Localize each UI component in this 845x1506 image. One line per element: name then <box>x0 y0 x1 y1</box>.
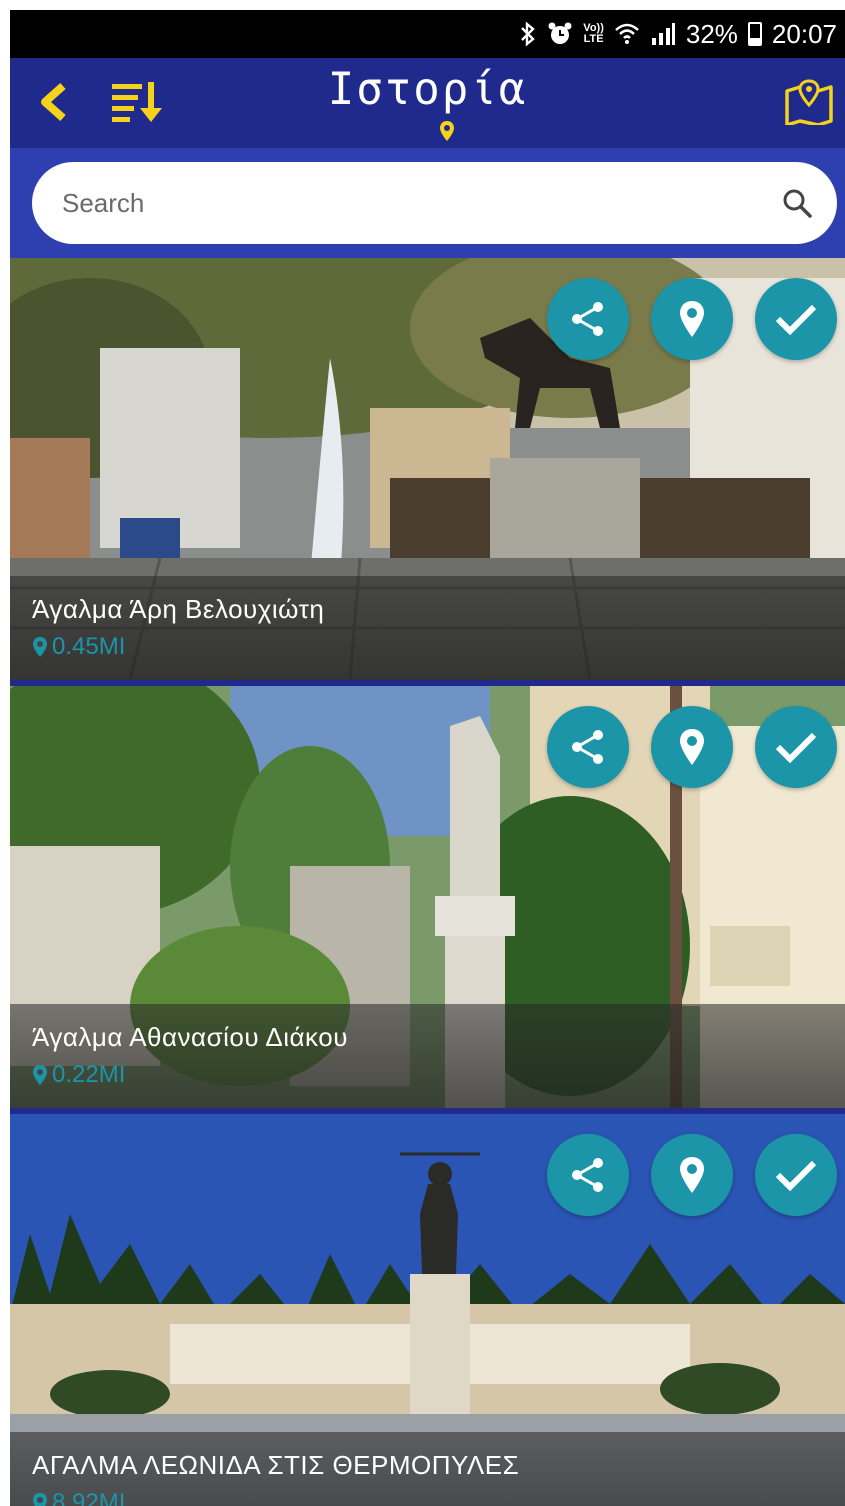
place-distance: 0.22MI <box>32 1061 823 1089</box>
battery-percent: 32% <box>685 18 738 49</box>
location-pin-icon <box>680 1157 704 1193</box>
location-button[interactable] <box>651 1134 733 1216</box>
card-caption: Άγαλμα Αθανασίου Διάκου 0.22MI <box>10 1004 845 1108</box>
distance-value: 0.45MI <box>52 633 126 660</box>
bluetooth-icon <box>519 21 537 47</box>
search-box[interactable] <box>32 162 837 244</box>
checkmark-icon <box>775 304 817 336</box>
map-view-button[interactable] <box>779 72 839 132</box>
checkmark-icon <box>775 732 817 764</box>
wifi-icon <box>614 22 640 46</box>
places-list: Άγαλμα Άρη Βελουχιώτη 0.45MI Άγαλμα Αθαν… <box>10 258 845 1506</box>
distance-pin-icon <box>33 637 47 657</box>
distance-pin-icon <box>33 1065 47 1085</box>
place-title: Άγαλμα Αθανασίου Διάκου <box>32 1022 348 1052</box>
visited-button[interactable] <box>755 1134 837 1216</box>
clock-time: 20:07 <box>771 18 837 49</box>
status-bar: Vo)) LTE 32% 20:07 <box>10 10 845 58</box>
visited-button[interactable] <box>755 706 837 788</box>
card-actions <box>547 278 837 360</box>
place-card[interactable]: Άγαλμα Άρη Βελουχιώτη 0.45MI <box>10 258 845 680</box>
app-frame: Vo)) LTE 32% 20:07 Ιστορία Search Άγαλμα… <box>10 10 845 1506</box>
place-title: Άγαλμα Άρη Βελουχιώτη <box>32 594 325 624</box>
card-caption: Άγαλμα Άρη Βελουχιώτη 0.45MI <box>10 576 845 680</box>
map-icon <box>785 79 833 125</box>
app-header: Ιστορία <box>10 58 845 148</box>
location-pin-icon <box>680 729 704 765</box>
volte-indicator: Vo)) LTE <box>583 23 604 45</box>
share-button[interactable] <box>547 706 629 788</box>
search-input[interactable] <box>62 187 777 219</box>
location-button[interactable] <box>651 706 733 788</box>
share-icon <box>572 302 603 336</box>
place-title: ΑΓΑΛΜΑ ΛΕΩΝΙΔΑ ΣΤΙΣ ΘΕΡΜΟΠΥΛΕΣ <box>32 1450 520 1480</box>
alarm-icon <box>547 21 573 47</box>
place-card[interactable]: Άγαλμα Αθανασίου Διάκου 0.22MI <box>10 686 845 1108</box>
location-pin-icon <box>440 121 454 141</box>
card-actions <box>547 1134 837 1216</box>
share-button[interactable] <box>547 1134 629 1216</box>
checkmark-icon <box>775 1160 817 1192</box>
location-button[interactable] <box>651 278 733 360</box>
search-bar-container <box>10 148 845 258</box>
distance-value: 0.22MI <box>52 1061 126 1088</box>
battery-icon <box>747 22 762 46</box>
signal-icon <box>650 22 676 46</box>
lte-label: LTE <box>583 33 604 45</box>
location-pin-icon <box>680 301 704 337</box>
place-card[interactable]: ΑΓΑΛΜΑ ΛΕΩΝΙΔΑ ΣΤΙΣ ΘΕΡΜΟΠΥΛΕΣ 8.92MI <box>10 1114 845 1506</box>
share-button[interactable] <box>547 278 629 360</box>
page-title: Ιστορία <box>327 64 528 115</box>
distance-value: 8.92MI <box>52 1489 126 1506</box>
share-icon <box>572 1158 603 1192</box>
card-actions <box>547 706 837 788</box>
visited-button[interactable] <box>755 278 837 360</box>
search-icon[interactable] <box>777 183 817 223</box>
card-caption: ΑΓΑΛΜΑ ΛΕΩΝΙΔΑ ΣΤΙΣ ΘΕΡΜΟΠΥΛΕΣ 8.92MI <box>10 1432 845 1506</box>
distance-pin-icon <box>33 1493 47 1506</box>
place-distance: 0.45MI <box>32 633 823 661</box>
place-distance: 8.92MI <box>32 1489 823 1506</box>
share-icon <box>572 730 603 764</box>
